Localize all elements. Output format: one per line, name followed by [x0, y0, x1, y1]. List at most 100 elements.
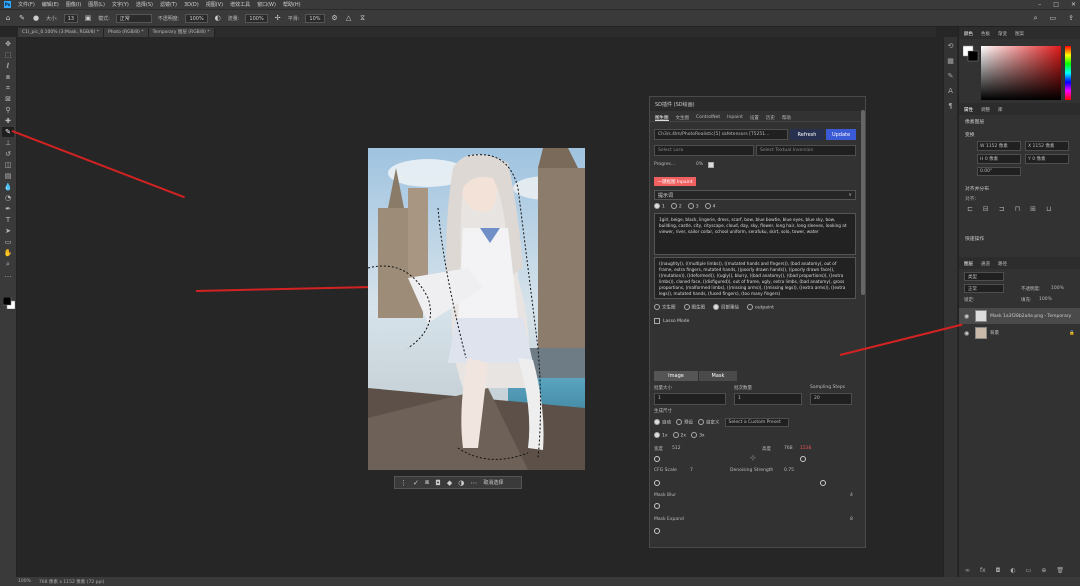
move-tool-icon[interactable]: ✥ — [2, 39, 14, 49]
eye-icon[interactable]: ◉ — [964, 313, 972, 320]
lasso-mode-toggle[interactable]: Lasso Mode — [654, 318, 689, 324]
more-icon[interactable]: ⋯ — [470, 479, 477, 487]
link-dimensions-icon[interactable]: ⊹ — [750, 454, 756, 462]
color-picker[interactable] — [963, 44, 1073, 102]
y-field[interactable]: Y 0 像素 — [1025, 154, 1069, 164]
prompt-tab-3[interactable]: 3 — [687, 203, 699, 210]
tab-properties[interactable]: 属性 — [964, 107, 973, 113]
eraser-tool-icon[interactable]: ◫ — [2, 160, 14, 170]
layer-row[interactable]: ◉ 背景 🔒 — [959, 325, 1080, 341]
layer-opacity-value[interactable]: 100% — [1051, 286, 1064, 291]
home-icon[interactable]: ⌂ — [4, 14, 12, 22]
healing-tool-icon[interactable]: ✚ — [2, 116, 14, 126]
eye-icon[interactable]: ◉ — [964, 330, 972, 337]
new-layer-icon[interactable]: ⊕ — [1041, 567, 1046, 574]
crop-tool-icon[interactable]: ⌗ — [2, 83, 14, 93]
mode-img2img[interactable]: 图生图 — [683, 304, 705, 311]
image-tab[interactable]: Image — [654, 371, 698, 381]
align-left-icon[interactable]: ⊏ — [967, 205, 973, 213]
size-value[interactable]: 13 — [63, 13, 79, 23]
layer-row[interactable]: ◉ Mask 1a3f28b2a4e.png - Temporary — [959, 308, 1080, 324]
select-lora-input[interactable]: Select Lora — [654, 145, 754, 156]
history-brush-icon[interactable]: ↺ — [2, 149, 14, 159]
minimize-icon[interactable]: – — [1038, 1, 1041, 8]
menu-3d[interactable]: 3D(D) — [184, 2, 199, 8]
align-right-icon[interactable]: ⊐ — [999, 205, 1005, 213]
menu-image[interactable]: 图像(I) — [66, 1, 81, 8]
mode-outpaint[interactable]: outpaint — [747, 304, 774, 311]
ratio-2x[interactable]: 2x — [672, 432, 686, 439]
align-center-icon[interactable]: ⊟ — [983, 205, 989, 213]
height-slider-handle[interactable] — [800, 456, 806, 462]
close-icon[interactable]: ✕ — [1071, 1, 1076, 8]
opacity-value[interactable]: 100% — [185, 13, 208, 23]
workspace-icon[interactable]: ▭ — [1050, 14, 1057, 22]
transform-section[interactable]: 变换 — [959, 129, 981, 140]
drag-handle-icon[interactable]: ⋮ — [400, 479, 407, 487]
size-custom[interactable]: 自定义 — [698, 419, 720, 426]
blend-mode-select[interactable]: 正常 — [964, 284, 1004, 293]
model-select[interactable]: Ch3/s.4lm/PhotoRealistic[5] safetensors … — [654, 129, 788, 140]
angle-icon[interactable]: △ — [345, 14, 353, 22]
menu-layer[interactable]: 图层(L) — [88, 1, 105, 8]
size-preset[interactable]: 预设 — [676, 419, 693, 426]
fill-icon[interactable]: ◆ — [447, 479, 452, 487]
prompt-tab-4[interactable]: 4 — [704, 203, 716, 210]
menu-view[interactable]: 视图(V) — [206, 1, 223, 8]
brush-preset-icon[interactable]: ● — [32, 14, 40, 22]
prompt-dropdown[interactable]: 提示词 ∨ — [654, 190, 856, 200]
ratio-3x[interactable]: 3x — [691, 432, 705, 439]
custom-preset-select[interactable]: Select a Custom Preset — [724, 418, 789, 427]
type-tool-icon[interactable]: T — [2, 215, 14, 225]
tab-libraries[interactable]: 库 — [998, 107, 1003, 113]
refresh-button[interactable]: Refresh — [790, 129, 824, 140]
auto-inpaint-button[interactable]: 一键抠图 Inpaint — [654, 177, 696, 186]
group-icon[interactable]: ▭ — [1026, 567, 1032, 574]
brush-tool-icon[interactable]: ✎ — [18, 14, 26, 22]
search-icon[interactable]: ⌕ — [1034, 14, 1038, 23]
deselect-button[interactable]: 取消选择 — [483, 479, 503, 486]
more-tools-icon[interactable]: … — [2, 270, 14, 280]
batch-count-input[interactable]: 1 — [734, 393, 802, 405]
batch-size-input[interactable]: 1 — [654, 393, 726, 405]
brush-panel-icon[interactable]: ✎ — [946, 71, 955, 80]
pressure-opacity-icon[interactable]: ◐ — [214, 14, 222, 22]
progress-checkbox[interactable] — [708, 162, 714, 168]
sampling-steps-input[interactable]: 20 — [810, 393, 852, 405]
menu-window[interactable]: 窗口(W) — [257, 1, 276, 8]
sd-tab-img2img[interactable]: 图生图 — [655, 115, 669, 121]
frame-tool-icon[interactable]: ⊠ — [2, 94, 14, 104]
delete-icon[interactable]: 🗑 — [1056, 567, 1064, 574]
denoise-slider-handle[interactable] — [820, 480, 826, 486]
mask-icon[interactable]: ◘ — [435, 479, 441, 487]
tab-document-2[interactable]: Photo (RGB/8) * — [104, 28, 149, 37]
share-icon[interactable]: ⇪ — [1068, 14, 1074, 22]
x-field[interactable]: X 1152 像素 — [1025, 141, 1069, 151]
ratio-1x[interactable]: 1x — [654, 432, 668, 439]
tab-channels[interactable]: 通道 — [981, 261, 990, 267]
sd-tab-txt2img[interactable]: 文生图 — [676, 115, 690, 121]
h-field[interactable]: H 0 像素 — [977, 154, 1021, 164]
tab-layers[interactable]: 图层 — [964, 261, 973, 267]
shape-tool-icon[interactable]: ▭ — [2, 237, 14, 247]
update-button[interactable]: Update — [826, 129, 856, 140]
airbrush-icon[interactable]: ✢ — [274, 14, 282, 22]
select-ti-input[interactable]: Select Textual Inversion — [756, 145, 856, 156]
angle-field[interactable]: 0.00° — [977, 167, 1021, 176]
tab-adjustments[interactable]: 调整 — [981, 107, 990, 113]
adjustment-icon[interactable]: ◐ — [1010, 567, 1015, 574]
dodge-tool-icon[interactable]: ◔ — [2, 193, 14, 203]
gradient-tool-icon[interactable]: ▤ — [2, 171, 14, 181]
tab-swatches[interactable]: 色板 — [981, 31, 990, 37]
menu-type[interactable]: 文字(Y) — [112, 1, 129, 8]
sd-panel-scrollbar[interactable] — [861, 110, 865, 295]
flow-value[interactable]: 100% — [245, 13, 268, 23]
mask-expand-slider-handle[interactable] — [654, 528, 660, 534]
paragraph-panel-icon[interactable]: ¶ — [946, 101, 955, 110]
sd-tab-controlnet[interactable]: ControlNet — [696, 115, 720, 121]
layer-filter-select[interactable]: 类型 — [964, 272, 1004, 281]
prompt-tab-1[interactable]: 1 — [654, 203, 665, 210]
menu-filter[interactable]: 滤镜(T) — [160, 1, 177, 8]
eyedropper-tool-icon[interactable]: ⚲ — [2, 105, 14, 115]
path-select-icon[interactable]: ➤ — [2, 226, 14, 236]
